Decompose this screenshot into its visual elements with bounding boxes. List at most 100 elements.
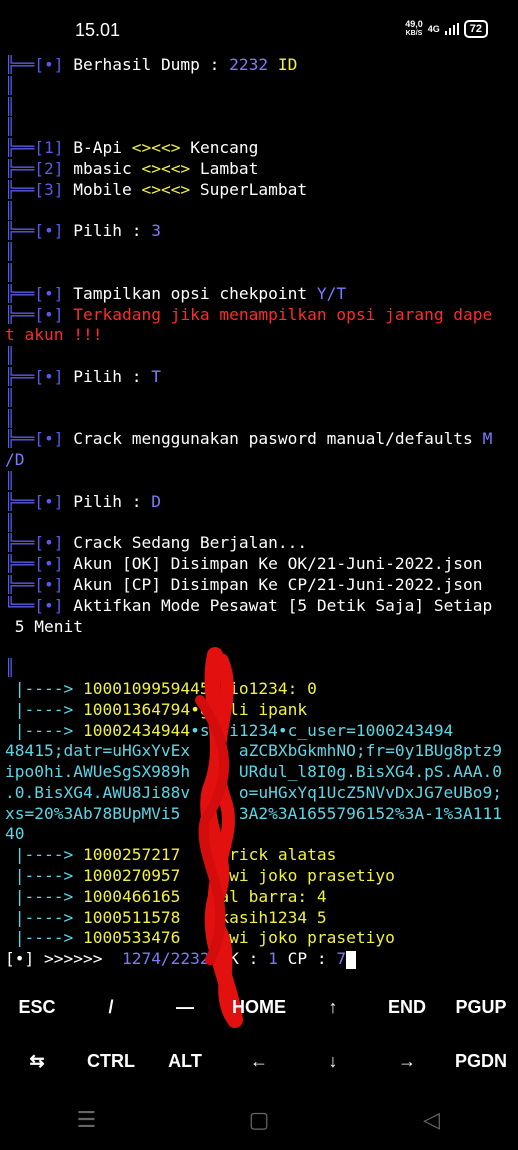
back-icon[interactable]: ◁ (402, 1108, 462, 1133)
running-line: ╠══[•] Crack Sedang Berjalan... (5, 533, 515, 554)
signal-icon (444, 23, 459, 35)
tree-prefix: ╠══[•] (5, 574, 64, 594)
end-key[interactable]: END (370, 997, 444, 1018)
result-line: |----> 10002434944•susi1234•c_user=10002… (5, 721, 515, 742)
dump-suffix: ID (268, 55, 298, 74)
tab-key[interactable]: ⇆ (0, 1051, 74, 1072)
tree-prefix: ╠══[2] (5, 158, 64, 178)
pilih-line-1: ╠══[•] Pilih : 3 (5, 221, 515, 242)
running-text: Akun [CP] Disimpan Ke CP/21-Juni-2022.js… (63, 574, 483, 594)
battery-icon: 72 (463, 20, 488, 38)
menu-option-1: ╠══[1] B-Api <><<> Kencang (5, 138, 515, 159)
slash-key[interactable]: / (74, 997, 148, 1018)
running-line: ╚══[•] Aktifkan Mode Pesawat [5 Detik Sa… (5, 596, 515, 617)
dash-key[interactable]: — (148, 997, 222, 1018)
pilih-label: Pilih : (63, 221, 152, 241)
running-text: Aktifkan Mode Pesawat [5 Detik Saja] Set… (63, 595, 493, 615)
result-line: |----> 1000270957 dwi joko prasetiyo (5, 866, 515, 887)
running-text: Akun [OK] Disimpan Ke OK/21-Juni-2022.js… (63, 554, 483, 574)
menu-name: Mobile (63, 179, 142, 199)
menu-speed: Kencang (180, 138, 259, 158)
result-line: |----> 1000466165 al barra: 4 (5, 887, 515, 908)
esc-key[interactable]: ESC (0, 997, 74, 1018)
progress-count: 1274/2232 (121, 949, 210, 969)
result-arrow: |----> (5, 907, 83, 927)
result-uid: 1000257217 (82, 845, 181, 865)
tree-connector: ║ (5, 75, 15, 95)
result-uid: 1000270957 (82, 866, 181, 886)
status-bar: 15.01 49,0 KB/S 4G 72 (0, 0, 518, 60)
cookie-line: xs=20%3Ab78BUpMVi5 3A2%3A1655796152%3A-1… (5, 803, 503, 823)
result-line: |----> 1000257217 erick alatas (5, 845, 515, 866)
cp-label: CP : (277, 949, 337, 969)
tree-prefix: ╠══[•] (5, 283, 64, 303)
alt-key[interactable]: ALT (148, 1051, 222, 1072)
result-uid: 10001099594 (82, 678, 191, 698)
pilih-value: T (151, 366, 161, 386)
network-speed-value: 49,0 (405, 19, 423, 29)
warning-line: ╠══[•] Terkadang jika menampilkan opsi j… (5, 305, 515, 326)
crack-option-cont: /D (5, 450, 25, 470)
tree-prefix: ╠══[•] (5, 429, 64, 449)
ok-count: 1 (268, 949, 278, 969)
result-line: |----> 1000109959445•rio1234: 0 (5, 679, 515, 700)
result-uid: 1000511578 (82, 907, 181, 927)
tree-connector: ║ (5, 470, 15, 490)
terminal-cursor (346, 950, 357, 969)
running-line-cont: 5 Menit (5, 616, 83, 636)
tree-prefix: ╠══[•] (5, 221, 64, 241)
tree-prefix: ╠══[•] (5, 304, 64, 324)
home-key[interactable]: HOME (222, 997, 296, 1018)
ctrl-key[interactable]: CTRL (74, 1051, 148, 1072)
tree-connector: ║ (5, 200, 15, 220)
tree-prefix: ╚══[•] (5, 595, 64, 615)
extra-keys-row-2: ⇆ CTRL ALT ← ↓ → PGDN (0, 1034, 518, 1088)
right-arrow-key[interactable]: → (370, 1051, 444, 1072)
warning-line-cont: t akun !!! (5, 325, 103, 345)
pgdn-key[interactable]: PGDN (444, 1051, 518, 1072)
result-rest: dwi joko prasetiyo (180, 866, 395, 886)
tree-connector: ║ (5, 242, 15, 262)
recents-icon[interactable]: ☰ (56, 1108, 116, 1133)
tree-prefix: ╠══[•] (5, 491, 64, 511)
result-line: |----> 1000511578 kasih1234 5 (5, 908, 515, 929)
result-arrow: |----> (5, 845, 83, 865)
menu-speed: SuperLambat (190, 179, 308, 199)
left-arrow-key[interactable]: ← (222, 1051, 296, 1072)
extra-keys-row-1: ESC / — HOME ↑ END PGUP (0, 980, 518, 1034)
network-speed: 49,0 KB/S (405, 20, 423, 38)
tree-connector: ║ (5, 408, 15, 428)
result-uid: 1000533476 (82, 928, 181, 948)
result-rest: 5•rio1234: 0 (199, 678, 317, 698)
menu-name: mbasic (63, 158, 142, 178)
terminal-output[interactable]: ╠══[•] Berhasil Dump : 2232 ID ║ ║ ║ ╠══… (5, 55, 515, 970)
cookie-line: 40 (5, 824, 25, 844)
cookie-line: 48415;datr=uHGxYvEx aZCBXbGkmhNO;fr=0y1B… (5, 741, 503, 761)
crack-option-value: M (482, 429, 493, 449)
navigation-bar: ☰ ▢ ◁ (0, 1095, 518, 1145)
ok-label: OK : (209, 949, 269, 969)
result-arrow: |----> (5, 678, 83, 698)
home-icon[interactable]: ▢ (229, 1108, 289, 1133)
result-arrow: |----> (5, 886, 83, 906)
cookie-line: ipo0hi.AWUeSgSX989h URdul_l8I0g.BisXG4.p… (5, 762, 503, 782)
tree-connector: ║ (5, 387, 15, 407)
running-line: ╠══[•] Akun [CP] Disimpan Ke CP/21-Juni-… (5, 575, 515, 596)
down-arrow-key[interactable]: ↓ (296, 1051, 370, 1072)
menu-option-3: ╠══[3] Mobile <><<> SuperLambat (5, 180, 515, 201)
result-rest: erick alatas (180, 845, 337, 865)
result-arrow: |----> (5, 699, 83, 719)
checkpoint-label: Tampilkan opsi chekpoint (63, 283, 317, 303)
result-arrow: |----> (5, 928, 83, 948)
result-rest: dwi joko prasetiyo (180, 928, 395, 948)
pilih-value: 3 (151, 221, 161, 241)
up-arrow-key[interactable]: ↑ (296, 997, 370, 1018)
crack-option-line: ╠══[•] Crack menggunakan pasword manual/… (5, 429, 515, 450)
network-type: 4G (427, 24, 440, 34)
menu-separator: <><<> (141, 158, 191, 178)
menu-separator: <><<> (131, 138, 181, 158)
result-arrow: |----> (5, 866, 83, 886)
dump-label: Berhasil Dump : (63, 55, 230, 74)
pgup-key[interactable]: PGUP (444, 997, 518, 1018)
tree-connector: ║ (5, 262, 15, 282)
